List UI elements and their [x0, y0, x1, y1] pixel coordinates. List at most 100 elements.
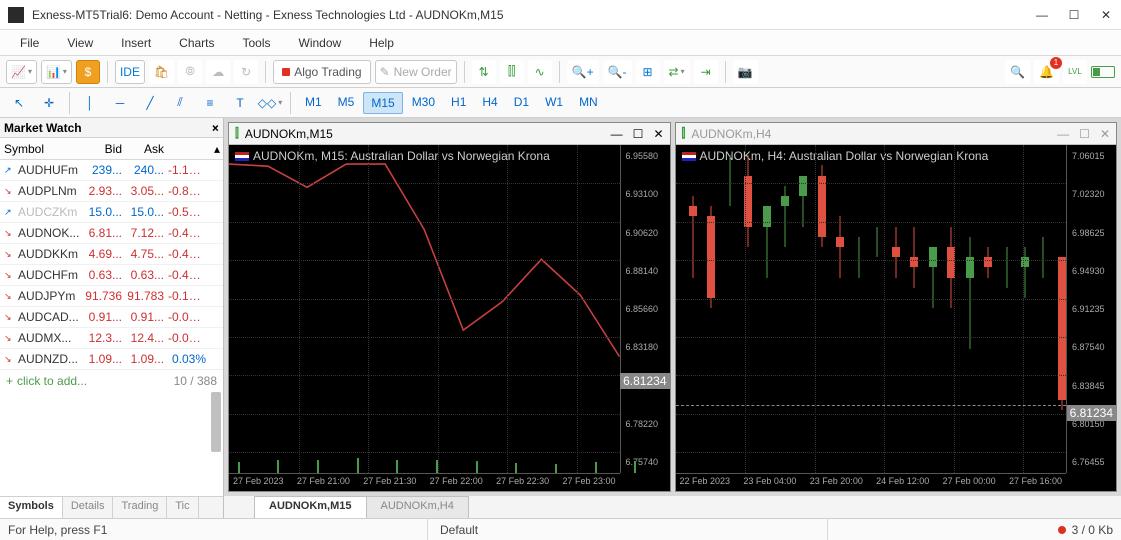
chart-window-h4: ⫿ AUDNOKm,H4 — ☐ ✕ AUDNOKm, H4: Australi… [675, 122, 1118, 492]
refresh-icon[interactable]: ↻ [234, 60, 258, 84]
chart-tab-m15[interactable]: AUDNOKm,M15 [254, 496, 367, 518]
chart-close-icon[interactable]: ✕ [653, 127, 663, 141]
title-bar: Exness-MT5Trial6: Demo Account - Netting… [0, 0, 1121, 30]
market-watch-close-icon[interactable]: × [212, 121, 219, 135]
battery-icon [1091, 66, 1115, 78]
connection-dot-icon [1058, 526, 1066, 534]
chart-canvas-h4[interactable]: AUDNOKm, H4: Australian Dollar vs Norweg… [676, 145, 1117, 491]
menu-file[interactable]: File [6, 32, 53, 54]
menu-tools[interactable]: Tools [229, 32, 285, 54]
timeframe-h4[interactable]: H4 [475, 92, 504, 114]
timeframe-m1[interactable]: M1 [298, 92, 329, 114]
chart-icon: ⫿ [235, 126, 239, 141]
trendline-icon[interactable]: ╱ [137, 91, 163, 115]
channel-icon[interactable]: ⫽ [167, 91, 193, 115]
dollar-button[interactable]: $ [76, 60, 100, 84]
chart-maximize-icon[interactable]: ☐ [633, 127, 644, 141]
status-bar: For Help, press F1 Default 3 / 0 Kb [0, 518, 1121, 540]
new-order-button[interactable]: ✎ New Order [375, 60, 457, 84]
menu-insert[interactable]: Insert [107, 32, 165, 54]
menu-view[interactable]: View [53, 32, 107, 54]
chart-title-m15[interactable]: ⫿ AUDNOKm,M15 — ☐ ✕ [229, 123, 670, 145]
symbol-row[interactable]: ↘ AUDNOK... 6.81... 7.12... -0.47% [0, 223, 223, 244]
main-area: Market Watch × Symbol Bid Ask ▴ ↗ AUDHUF… [0, 118, 1121, 518]
text-icon[interactable]: T [227, 91, 253, 115]
shop-icon[interactable]: 🛍 [149, 60, 174, 84]
crosshair-icon[interactable]: ✛ [36, 91, 62, 115]
tab-details[interactable]: Details [63, 497, 114, 518]
cursor-icon[interactable]: ↖ [6, 91, 32, 115]
close-button[interactable]: ✕ [1099, 8, 1113, 22]
chart-minimize-icon[interactable]: — [611, 127, 623, 141]
chart-window-m15: ⫿ AUDNOKm,M15 — ☐ ✕ AUDNOKm, M15: Austra… [228, 122, 671, 492]
price-marker: 6.81234 [620, 373, 669, 389]
cloud-icon[interactable]: ☁ [206, 60, 230, 84]
timeframe-d1[interactable]: D1 [507, 92, 536, 114]
shift-icon[interactable]: ⇥ [694, 60, 718, 84]
zoom-in-icon[interactable]: 🔍+ [567, 60, 599, 84]
menu-window[interactable]: Window [285, 32, 356, 54]
main-toolbar: 📈 📊 $ IDE 🛍 ⦾ ☁ ↻ Algo Trading ✎ New Ord… [0, 56, 1121, 88]
chart-tabs: AUDNOKm,M15 AUDNOKm,H4 [224, 496, 1121, 518]
menu-help[interactable]: Help [355, 32, 408, 54]
grid-icon[interactable]: ⊞ [636, 60, 660, 84]
candles-icon[interactable]: ⫿⫿ [500, 60, 524, 84]
symbol-row[interactable]: ↗ AUDCZKm 15.0... 15.0... -0.51% [0, 202, 223, 223]
minimize-button[interactable]: — [1035, 8, 1049, 22]
market-watch-header: Market Watch × [0, 118, 223, 138]
hline-icon[interactable]: ─ [107, 91, 133, 115]
chart-title-h4[interactable]: ⫿ AUDNOKm,H4 — ☐ ✕ [676, 123, 1117, 145]
market-watch-columns: Symbol Bid Ask ▴ [0, 138, 223, 160]
zoom-out-icon[interactable]: 🔍- [603, 60, 632, 84]
search-icon[interactable]: 🔍 [1005, 60, 1030, 84]
status-profile: Default [428, 519, 828, 540]
timeframe-h1[interactable]: H1 [444, 92, 473, 114]
timeframe-m15[interactable]: M15 [363, 92, 402, 114]
signal-icon[interactable]: ⦾ [178, 60, 202, 84]
chart-icon: ⫿ [682, 126, 686, 141]
window-title: Exness-MT5Trial6: Demo Account - Netting… [32, 8, 1035, 22]
symbol-row[interactable]: ↘ AUDNZD... 1.09... 1.09... 0.03% [0, 349, 223, 370]
scroll-icon[interactable]: ⇄ [664, 60, 690, 84]
timeframe-w1[interactable]: W1 [538, 92, 570, 114]
app-icon [8, 7, 24, 23]
market-watch-panel: Market Watch × Symbol Bid Ask ▴ ↗ AUDHUF… [0, 118, 224, 518]
tab-trading[interactable]: Trading [113, 497, 167, 518]
chart-close-icon[interactable]: ✕ [1100, 127, 1110, 141]
symbol-row[interactable]: ↘ AUDDKKm 4.69... 4.75... -0.46% [0, 244, 223, 265]
chart-canvas-m15[interactable]: AUDNOKm, M15: Australian Dollar vs Norwe… [229, 145, 670, 491]
menu-bar: File View Insert Charts Tools Window Hel… [0, 30, 1121, 56]
scroll-up-icon[interactable]: ▴ [210, 142, 224, 156]
vline-icon[interactable]: │ [77, 91, 103, 115]
chart-up-icon[interactable]: ⇅ [472, 60, 496, 84]
charts-area: ⫿ AUDNOKm,M15 — ☐ ✕ AUDNOKm, M15: Austra… [224, 118, 1121, 518]
symbol-row[interactable]: ↘ AUDJPYm 91.736 91.783 -0.12% [0, 286, 223, 307]
algo-trading-button[interactable]: Algo Trading [273, 60, 370, 84]
objects-dropdown[interactable]: ◇◇ [257, 91, 283, 115]
chart-minimize-icon[interactable]: — [1057, 127, 1069, 141]
camera-icon[interactable]: 📷 [733, 60, 758, 84]
symbol-row[interactable]: ↘ AUDCAD... 0.91... 0.91... -0.09% [0, 307, 223, 328]
maximize-button[interactable]: ☐ [1067, 8, 1081, 22]
market-watch-add[interactable]: + click to add... 10 / 388 [0, 370, 223, 392]
timeframe-m5[interactable]: M5 [331, 92, 362, 114]
timeframe-mn[interactable]: MN [572, 92, 605, 114]
line-chart-dropdown[interactable]: 📈 [6, 60, 37, 84]
symbol-row[interactable]: ↘ AUDMX... 12.3... 12.4... -0.07% [0, 328, 223, 349]
symbol-row[interactable]: ↘ AUDPLNm 2.93... 3.05... -0.87% [0, 181, 223, 202]
bar-chart-dropdown[interactable]: 📊 [41, 60, 72, 84]
tab-ticks[interactable]: Tic [167, 497, 198, 518]
symbol-row[interactable]: ↗ AUDHUFm 239... 240... -1.12% [0, 160, 223, 181]
menu-charts[interactable]: Charts [165, 32, 228, 54]
ide-button[interactable]: IDE [115, 60, 145, 84]
chart-maximize-icon[interactable]: ☐ [1079, 127, 1090, 141]
notifications-icon[interactable]: 🔔 [1034, 60, 1059, 84]
timeframe-m30[interactable]: M30 [405, 92, 442, 114]
scrollbar-thumb[interactable] [211, 392, 221, 452]
wave-icon[interactable]: ∿ [528, 60, 552, 84]
chart-tab-h4[interactable]: AUDNOKm,H4 [366, 496, 469, 518]
level-icon[interactable]: LVL [1063, 60, 1087, 84]
fib-icon[interactable]: ≡ [197, 91, 223, 115]
symbol-row[interactable]: ↘ AUDCHFm 0.63... 0.63... -0.45% [0, 265, 223, 286]
tab-symbols[interactable]: Symbols [0, 497, 63, 518]
